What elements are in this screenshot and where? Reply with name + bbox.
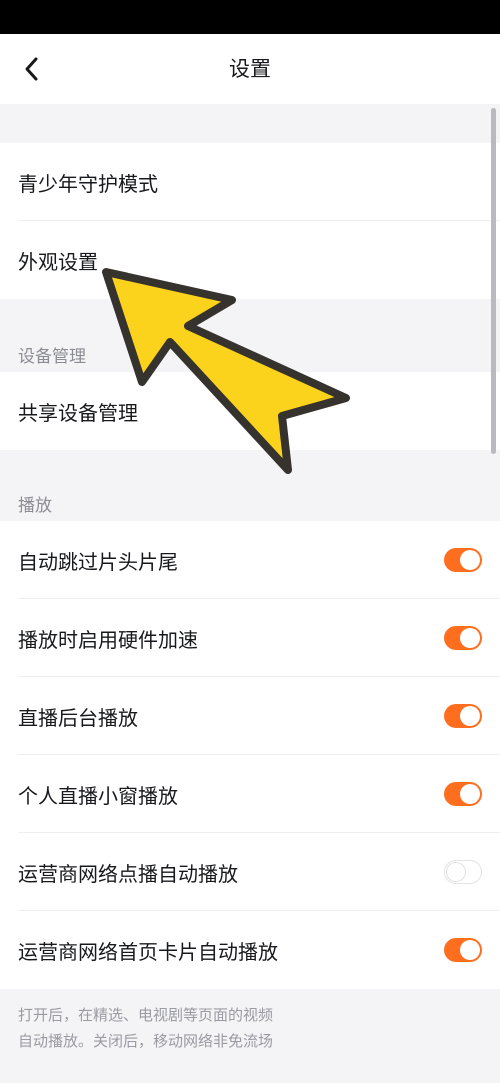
skip-intro-outro-toggle[interactable]	[444, 548, 482, 572]
appearance-settings-label: 外观设置	[18, 249, 98, 274]
toggle-knob	[460, 550, 480, 570]
appearance-settings-item[interactable]: 外观设置	[0, 221, 500, 299]
live-mini-window-toggle[interactable]	[444, 782, 482, 806]
cellular-home-card-autoplay-item: 运营商网络首页卡片自动播放	[0, 911, 500, 989]
teen-mode-item[interactable]: 青少年守护模式	[0, 143, 500, 221]
general-settings-group: 青少年守护模式 外观设置	[0, 143, 500, 299]
chevron-left-icon	[25, 57, 38, 81]
cellular-vod-autoplay-toggle[interactable]	[444, 860, 482, 884]
toggle-knob	[460, 784, 480, 804]
toggle-knob	[460, 706, 480, 726]
hardware-acceleration-label: 播放时启用硬件加速	[18, 627, 198, 652]
hardware-acceleration-item: 播放时启用硬件加速	[0, 599, 500, 677]
skip-intro-outro-item: 自动跳过片头片尾	[0, 521, 500, 599]
page-title: 设置	[229, 57, 271, 81]
teen-mode-label: 青少年守护模式	[18, 171, 158, 196]
section-header-playback: 播放	[18, 496, 52, 516]
toggle-knob	[460, 940, 480, 960]
cellular-home-card-autoplay-toggle[interactable]	[444, 938, 482, 962]
floating-panel-edge	[290, 998, 500, 1068]
playback-settings-group: 自动跳过片头片尾 播放时启用硬件加速 直播后台播放 个人直播小窗播放 运营商网络…	[0, 521, 500, 989]
live-mini-window-label: 个人直播小窗播放	[18, 783, 178, 808]
status-bar	[0, 0, 500, 34]
live-mini-window-item: 个人直播小窗播放	[0, 755, 500, 833]
hardware-acceleration-toggle[interactable]	[444, 626, 482, 650]
live-background-play-item: 直播后台播放	[0, 677, 500, 755]
settings-page: 设置 青少年守护模式 外观设置 设备管理 共享设备管理 播放 自动跳过片头片尾 …	[0, 0, 500, 1083]
autoplay-description-line2: 自动播放。关闭后，移动网络非免流场	[18, 1032, 274, 1050]
cellular-home-card-autoplay-label: 运营商网络首页卡片自动播放	[18, 939, 278, 964]
section-header-device: 设备管理	[18, 347, 86, 367]
autoplay-description-line1: 打开后，在精选、电视剧等页面的视频	[18, 1006, 274, 1024]
back-button[interactable]	[10, 49, 54, 89]
shared-device-management-label: 共享设备管理	[18, 400, 138, 425]
scrollbar[interactable]	[491, 108, 496, 454]
cellular-vod-autoplay-item: 运营商网络点播自动播放	[0, 833, 500, 911]
shared-device-management-item[interactable]: 共享设备管理	[0, 372, 500, 450]
toggle-knob	[446, 861, 466, 882]
toggle-knob	[460, 628, 480, 648]
device-settings-group: 共享设备管理	[0, 372, 500, 450]
skip-intro-outro-label: 自动跳过片头片尾	[18, 549, 178, 574]
live-background-play-toggle[interactable]	[444, 704, 482, 728]
autoplay-description: 打开后，在精选、电视剧等页面的视频 自动播放。关闭后，移动网络非免流场	[18, 1002, 298, 1054]
navigation-bar: 设置	[0, 34, 500, 104]
live-background-play-label: 直播后台播放	[18, 705, 138, 730]
cellular-vod-autoplay-label: 运营商网络点播自动播放	[18, 861, 238, 886]
